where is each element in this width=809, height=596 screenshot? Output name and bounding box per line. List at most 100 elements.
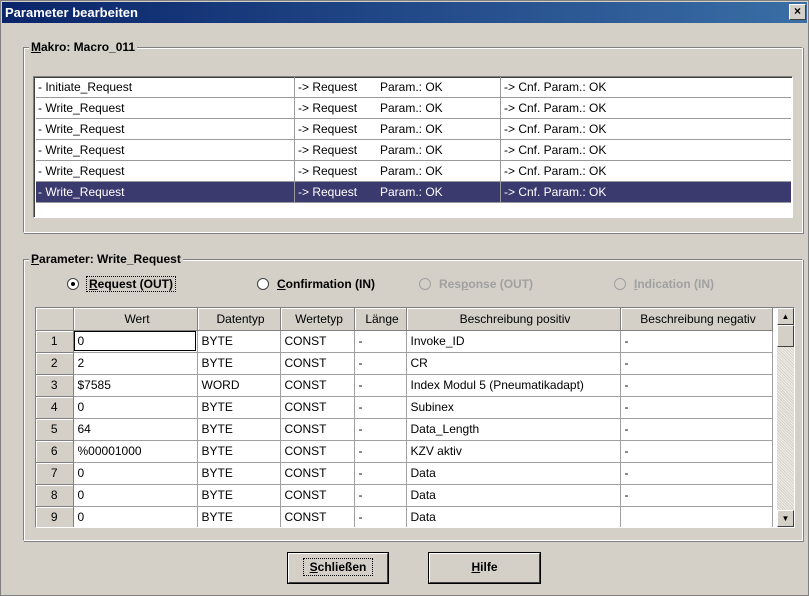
macro-row[interactable]: - Write_Request -> Request Param.: OK -> Cn… (36, 140, 791, 161)
table-cell[interactable]: Invoke_ID (406, 330, 621, 353)
column-header[interactable]: Beschreibung negativ (620, 308, 773, 331)
table-cell[interactable]: - (354, 352, 407, 375)
macro-cell-name: - Write_Request (38, 143, 125, 157)
table-row[interactable]: 5 64 BYTE CONST - Data_Length - (36, 418, 773, 441)
table-cell[interactable]: - (354, 374, 407, 397)
scroll-thumb[interactable] (777, 325, 794, 347)
macro-row[interactable]: - Write_Request -> Request Param.: OK -> Cn… (36, 182, 791, 203)
table-cell[interactable]: - (620, 484, 773, 507)
table-cell[interactable]: 0 (73, 462, 198, 485)
macro-row[interactable]: - Write_Request -> Request Param.: OK -> Cn… (36, 161, 791, 182)
macro-cell-req: -> Request (298, 185, 358, 199)
table-row[interactable]: 7 0 BYTE CONST - Data - (36, 462, 773, 485)
table-cell[interactable]: Data (406, 462, 621, 485)
table-cell[interactable]: - (620, 418, 773, 441)
table-row[interactable]: 9 0 BYTE CONST - Data (36, 506, 773, 527)
column-header[interactable]: Länge (354, 308, 407, 331)
table-cell[interactable]: BYTE (197, 396, 281, 419)
table-cell[interactable]: CONST (280, 506, 355, 527)
table-cell[interactable]: Data (406, 506, 621, 527)
radio-option-3: Indication (IN) (614, 277, 714, 291)
help-button[interactable]: Hilfe (429, 553, 540, 583)
table-row[interactable]: 8 0 BYTE CONST - Data - (36, 484, 773, 507)
column-header[interactable]: Wertetyp (280, 308, 355, 331)
macro-list[interactable]: - Initiate_Request -> Request Param.: OK ->… (33, 76, 793, 218)
table-cell[interactable]: - (354, 506, 407, 527)
table-cell[interactable]: 0 (73, 330, 198, 353)
table-cell[interactable]: - (354, 418, 407, 441)
radio-option-0[interactable]: Request (OUT) (67, 276, 177, 292)
scroll-up-icon[interactable]: ▲ (777, 308, 794, 325)
table-cell[interactable]: 64 (73, 418, 198, 441)
table-cell[interactable]: 2 (73, 352, 198, 375)
table-cell[interactable]: BYTE (197, 418, 281, 441)
row-number: 1 (36, 330, 74, 353)
table-cell[interactable]: - (354, 484, 407, 507)
table-cell[interactable]: BYTE (197, 330, 281, 353)
table-row[interactable]: 4 0 BYTE CONST - Subinex - (36, 396, 773, 419)
close-button[interactable]: Schließen (288, 553, 388, 583)
table-cell[interactable]: BYTE (197, 440, 281, 463)
radio-option-1[interactable]: Confirmation (IN) (257, 277, 375, 291)
row-number: 3 (36, 374, 74, 397)
table-cell[interactable]: 0 (73, 484, 198, 507)
macro-cell-req: -> Request (298, 101, 358, 115)
table-cell[interactable]: CONST (280, 440, 355, 463)
radio-label: Indication (IN) (634, 277, 715, 291)
table-cell[interactable]: CONST (280, 396, 355, 419)
table-cell[interactable] (620, 506, 773, 527)
table-cell[interactable]: $7585 (73, 374, 198, 397)
macro-cell-cnf: -> Cnf. Param.: OK (504, 185, 607, 199)
table-cell[interactable]: BYTE (197, 484, 281, 507)
table-cell[interactable]: CONST (280, 374, 355, 397)
macro-cell-param: Param.: OK (380, 143, 443, 157)
table-row[interactable]: 2 2 BYTE CONST - CR - (36, 352, 773, 375)
table-cell[interactable]: - (354, 396, 407, 419)
table-cell[interactable]: - (620, 330, 773, 353)
table-cell[interactable]: - (620, 462, 773, 485)
table-cell[interactable]: - (620, 374, 773, 397)
table-cell[interactable]: Subinex (406, 396, 621, 419)
table-row[interactable]: 1 0 BYTE CONST - Invoke_ID - (36, 330, 773, 353)
table-cell[interactable]: CONST (280, 462, 355, 485)
table-cell[interactable]: Data (406, 484, 621, 507)
column-header[interactable]: Datentyp (197, 308, 281, 331)
table-cell[interactable]: Data_Length (406, 418, 621, 441)
column-header[interactable]: Beschreibung positiv (406, 308, 621, 331)
macro-cell-param: Param.: OK (380, 164, 443, 178)
table-header: Wert Datentyp Wertetyp Länge Beschreibung po… (36, 308, 773, 331)
table-cell[interactable]: - (620, 352, 773, 375)
macro-row[interactable]: - Write_Request -> Request Param.: OK -> Cn… (36, 98, 791, 119)
macro-cell-param: Param.: OK (380, 122, 443, 136)
table-cell[interactable]: CR (406, 352, 621, 375)
table-cell[interactable]: CONST (280, 330, 355, 353)
table-cell[interactable]: %00001000 (73, 440, 198, 463)
table-cell[interactable]: WORD (197, 374, 281, 397)
macro-row[interactable]: - Initiate_Request -> Request Param.: OK ->… (36, 77, 791, 98)
window-title: Parameter bearbeiten (5, 5, 138, 20)
table-cell[interactable]: - (354, 462, 407, 485)
table-cell[interactable]: - (620, 440, 773, 463)
macro-row[interactable]: - Write_Request -> Request Param.: OK -> Cn… (36, 119, 791, 140)
table-cell[interactable]: CONST (280, 352, 355, 375)
column-header[interactable] (36, 308, 74, 331)
table-cell[interactable]: - (354, 330, 407, 353)
table-row[interactable]: 3 $7585 WORD CONST - Index Modul 5 (Pneumatik… (36, 374, 773, 397)
scroll-down-icon[interactable]: ▼ (777, 510, 794, 527)
column-header[interactable]: Wert (73, 308, 198, 331)
close-icon[interactable]: × (789, 4, 806, 20)
table-cell[interactable]: BYTE (197, 352, 281, 375)
table-cell[interactable]: - (620, 396, 773, 419)
table-cell[interactable]: 0 (73, 506, 198, 527)
vertical-scrollbar[interactable]: ▲ ▼ (777, 308, 794, 527)
row-number: 8 (36, 484, 74, 507)
table-cell[interactable]: 0 (73, 396, 198, 419)
table-cell[interactable]: CONST (280, 418, 355, 441)
table-cell[interactable]: BYTE (197, 506, 281, 527)
table-cell[interactable]: KZV aktiv (406, 440, 621, 463)
table-row[interactable]: 6 %00001000 BYTE CONST - KZV aktiv - (36, 440, 773, 463)
table-cell[interactable]: - (354, 440, 407, 463)
table-cell[interactable]: Index Modul 5 (Pneumatikadapt) (406, 374, 621, 397)
table-cell[interactable]: BYTE (197, 462, 281, 485)
table-cell[interactable]: CONST (280, 484, 355, 507)
